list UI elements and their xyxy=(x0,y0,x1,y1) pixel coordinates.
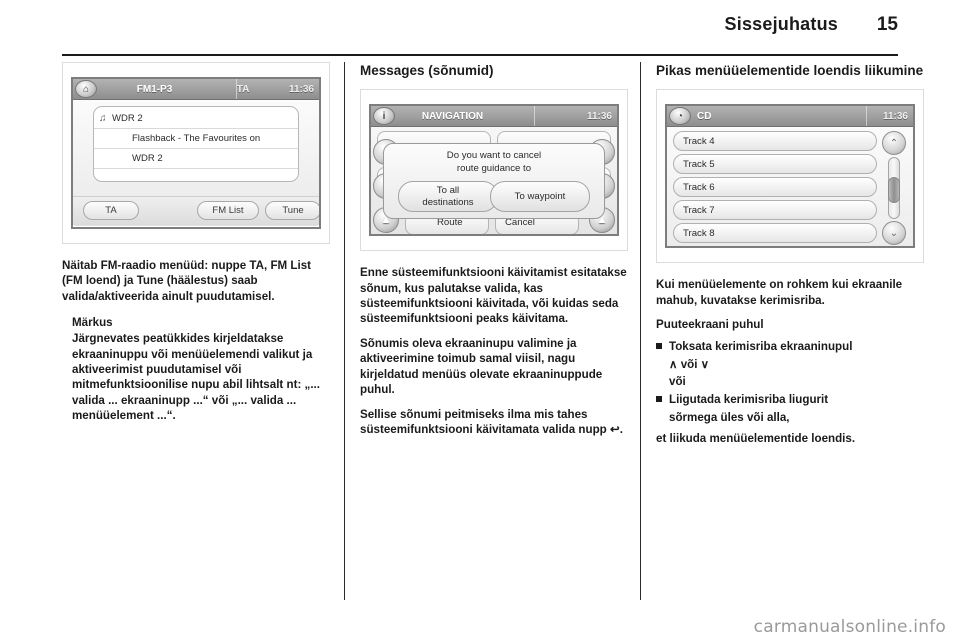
dialog-line-1: Do you want to cancel xyxy=(446,150,542,162)
ta-button[interactable]: TA xyxy=(83,201,139,220)
navigation-device-screen: i NAVIGATION 11:36 ◄ ◄ ▲ ► ► ▲ xyxy=(369,104,619,237)
chevron-down-icon[interactable]: ⌄ xyxy=(882,221,906,246)
radio-clock: 11:36 xyxy=(288,83,314,95)
cd-icon[interactable]: ◔ xyxy=(669,107,691,126)
to-waypoint-button[interactable]: To waypoint xyxy=(490,181,590,213)
list-item: Toksata kerimisriba ekraaninupul xyxy=(656,339,924,354)
cd-clock: 11:36 xyxy=(882,110,908,122)
to-waypoint-label: To waypoint xyxy=(514,191,566,203)
note-title: Märkus xyxy=(72,316,113,330)
tune-button[interactable]: Tune xyxy=(265,201,319,220)
column-one: ⌂ FM1-P3 TA 11:36 ♫ WDR 2 Flashback - Th… xyxy=(62,62,330,424)
radio-body: ♫ WDR 2 Flashback - The Favourites on WD… xyxy=(73,100,319,196)
note-body: Järgnevates peatükkides kirjeldatakse ek… xyxy=(72,332,320,423)
navigation-status-bar: i NAVIGATION 11:36 xyxy=(371,106,617,128)
radio-line-empty xyxy=(94,169,298,181)
radio-status-bar: ⌂ FM1-P3 TA 11:36 xyxy=(73,79,319,100)
radio-preset-label: FM1-P3 xyxy=(136,83,173,95)
cd-track-list: Track 4 Track 5 Track 6 Track 7 Track 8 … xyxy=(667,127,913,247)
radio-caption-text: Näitab FM-raadio menüüd: nuppe TA, FM Li… xyxy=(62,259,312,303)
bullet-1-subtext: ∧ või ∨ xyxy=(669,357,710,371)
scrolling-closing-paragraph: et liikuda menüüelementide loendis. xyxy=(656,432,856,446)
track-row[interactable]: Track 6 xyxy=(673,177,877,198)
radio-line-program: Flashback - The Favourites on xyxy=(94,129,298,149)
radio-screen-figure: ⌂ FM1-P3 TA 11:36 ♫ WDR 2 Flashback - Th… xyxy=(62,62,330,244)
cd-title: CD xyxy=(697,110,712,122)
page-number: 15 xyxy=(876,14,898,35)
track-row[interactable]: Track 7 xyxy=(673,200,877,221)
page-title: Sissejuhatus xyxy=(724,14,838,34)
scrolling-intro-paragraph: Kui menüüelemente on rohkem kui ekraanil… xyxy=(656,278,903,307)
messages-heading: Messages (sõnumid) xyxy=(360,63,494,78)
track-row[interactable]: Track 8 xyxy=(673,223,877,244)
navigation-body: ◄ ◄ ▲ ► ► ▲ Route Cancel Do you want to … xyxy=(371,127,617,235)
cd-screen-figure: ◔ CD 11:36 Track 4 Track 5 Track 6 Track… xyxy=(656,89,924,264)
home-icon[interactable]: ⌂ xyxy=(75,80,97,98)
cd-status-bar: ◔ CD 11:36 xyxy=(667,106,913,128)
to-all-destinations-line1: To all xyxy=(436,185,460,197)
page-header: Sissejuhatus 15 xyxy=(62,14,898,48)
to-all-destinations-button[interactable]: To all destinations xyxy=(398,181,498,213)
messages-paragraph-1: Enne süsteemifunktsiooni käivitamist esi… xyxy=(360,266,627,326)
radio-line-station: ♫ WDR 2 xyxy=(94,109,298,129)
radio-line-station-repeat: WDR 2 xyxy=(94,149,298,169)
messages-paragraph-3: Sellise sõnumi peitmiseks ilma mis tahes… xyxy=(360,407,623,436)
touchscreen-subheading: Puuteekraani puhul xyxy=(656,318,764,332)
bullet-2-text: Liigutada kerimisriba liugurit xyxy=(669,393,829,407)
note-block: Märkus Järgnevates peatükkides kirjeldat… xyxy=(62,316,330,423)
cd-device-screen: ◔ CD 11:36 Track 4 Track 5 Track 6 Track… xyxy=(665,104,915,249)
radio-info-box: ♫ WDR 2 Flashback - The Favourites on WD… xyxy=(93,106,299,182)
music-note-icon: ♫ xyxy=(99,113,107,124)
scrollbar[interactable]: ⌃ ⌄ xyxy=(882,131,906,246)
navigation-title: NAVIGATION xyxy=(421,110,484,122)
column-three: Pikas menüüelementide loendis liikumine … xyxy=(656,62,924,456)
radio-device-screen: ⌂ FM1-P3 TA 11:36 ♫ WDR 2 Flashback - Th… xyxy=(71,77,321,229)
messages-paragraph-2: Sõnumis oleva ekraaninupu valimine ja ak… xyxy=(360,336,603,397)
scrollbar-thumb[interactable] xyxy=(888,177,900,204)
radio-button-bar: TA FM List Tune xyxy=(73,196,319,225)
track-row[interactable]: Track 5 xyxy=(673,154,877,175)
list-item: Liigutada kerimisriba liugurit xyxy=(656,392,924,407)
column-two: Messages (sõnumid) i NAVIGATION 11:36 ◄ … xyxy=(360,62,628,446)
dialog-button-row: To all destinations To waypoint xyxy=(384,181,604,215)
to-all-destinations-line2: destinations xyxy=(422,196,474,208)
statusbar-split xyxy=(534,106,535,127)
radio-program-text: Flashback - The Favourites on xyxy=(132,133,261,144)
radio-station-repeat: WDR 2 xyxy=(132,153,163,164)
header-divider-rule xyxy=(62,54,898,56)
chevron-up-icon[interactable]: ⌃ xyxy=(882,131,906,156)
bullet-2-subtext: sõrmega üles või alla, xyxy=(669,410,790,424)
scrolling-heading: Pikas menüüelementide loendis liikumine xyxy=(656,63,924,78)
radio-station-name: WDR 2 xyxy=(112,113,143,124)
scrolling-bullet-list: Toksata kerimisriba ekraaninupul ∧ või ∨… xyxy=(656,339,924,425)
or-separator-label: või xyxy=(669,375,686,389)
site-watermark: carmanualsonline.info xyxy=(753,617,946,637)
track-row[interactable]: Track 4 xyxy=(673,131,877,152)
bullet-square-icon xyxy=(656,396,662,403)
statusbar-split xyxy=(236,79,237,99)
info-icon[interactable]: i xyxy=(373,107,395,126)
radio-ta-indicator: TA xyxy=(236,83,250,95)
dialog-line-2: route guidance to xyxy=(456,163,532,175)
column-divider-2 xyxy=(640,62,641,600)
navigation-clock: 11:36 xyxy=(586,110,612,122)
statusbar-split xyxy=(866,106,867,127)
confirmation-dialog: Do you want to cancel route guidance to … xyxy=(383,143,605,220)
navigation-screen-figure: i NAVIGATION 11:36 ◄ ◄ ▲ ► ► ▲ xyxy=(360,89,628,252)
bullet-square-icon xyxy=(656,343,662,350)
bullet-1-text: Toksata kerimisriba ekraaninupul xyxy=(669,340,853,354)
column-divider-1 xyxy=(344,62,345,600)
fm-list-button[interactable]: FM List xyxy=(197,201,259,220)
